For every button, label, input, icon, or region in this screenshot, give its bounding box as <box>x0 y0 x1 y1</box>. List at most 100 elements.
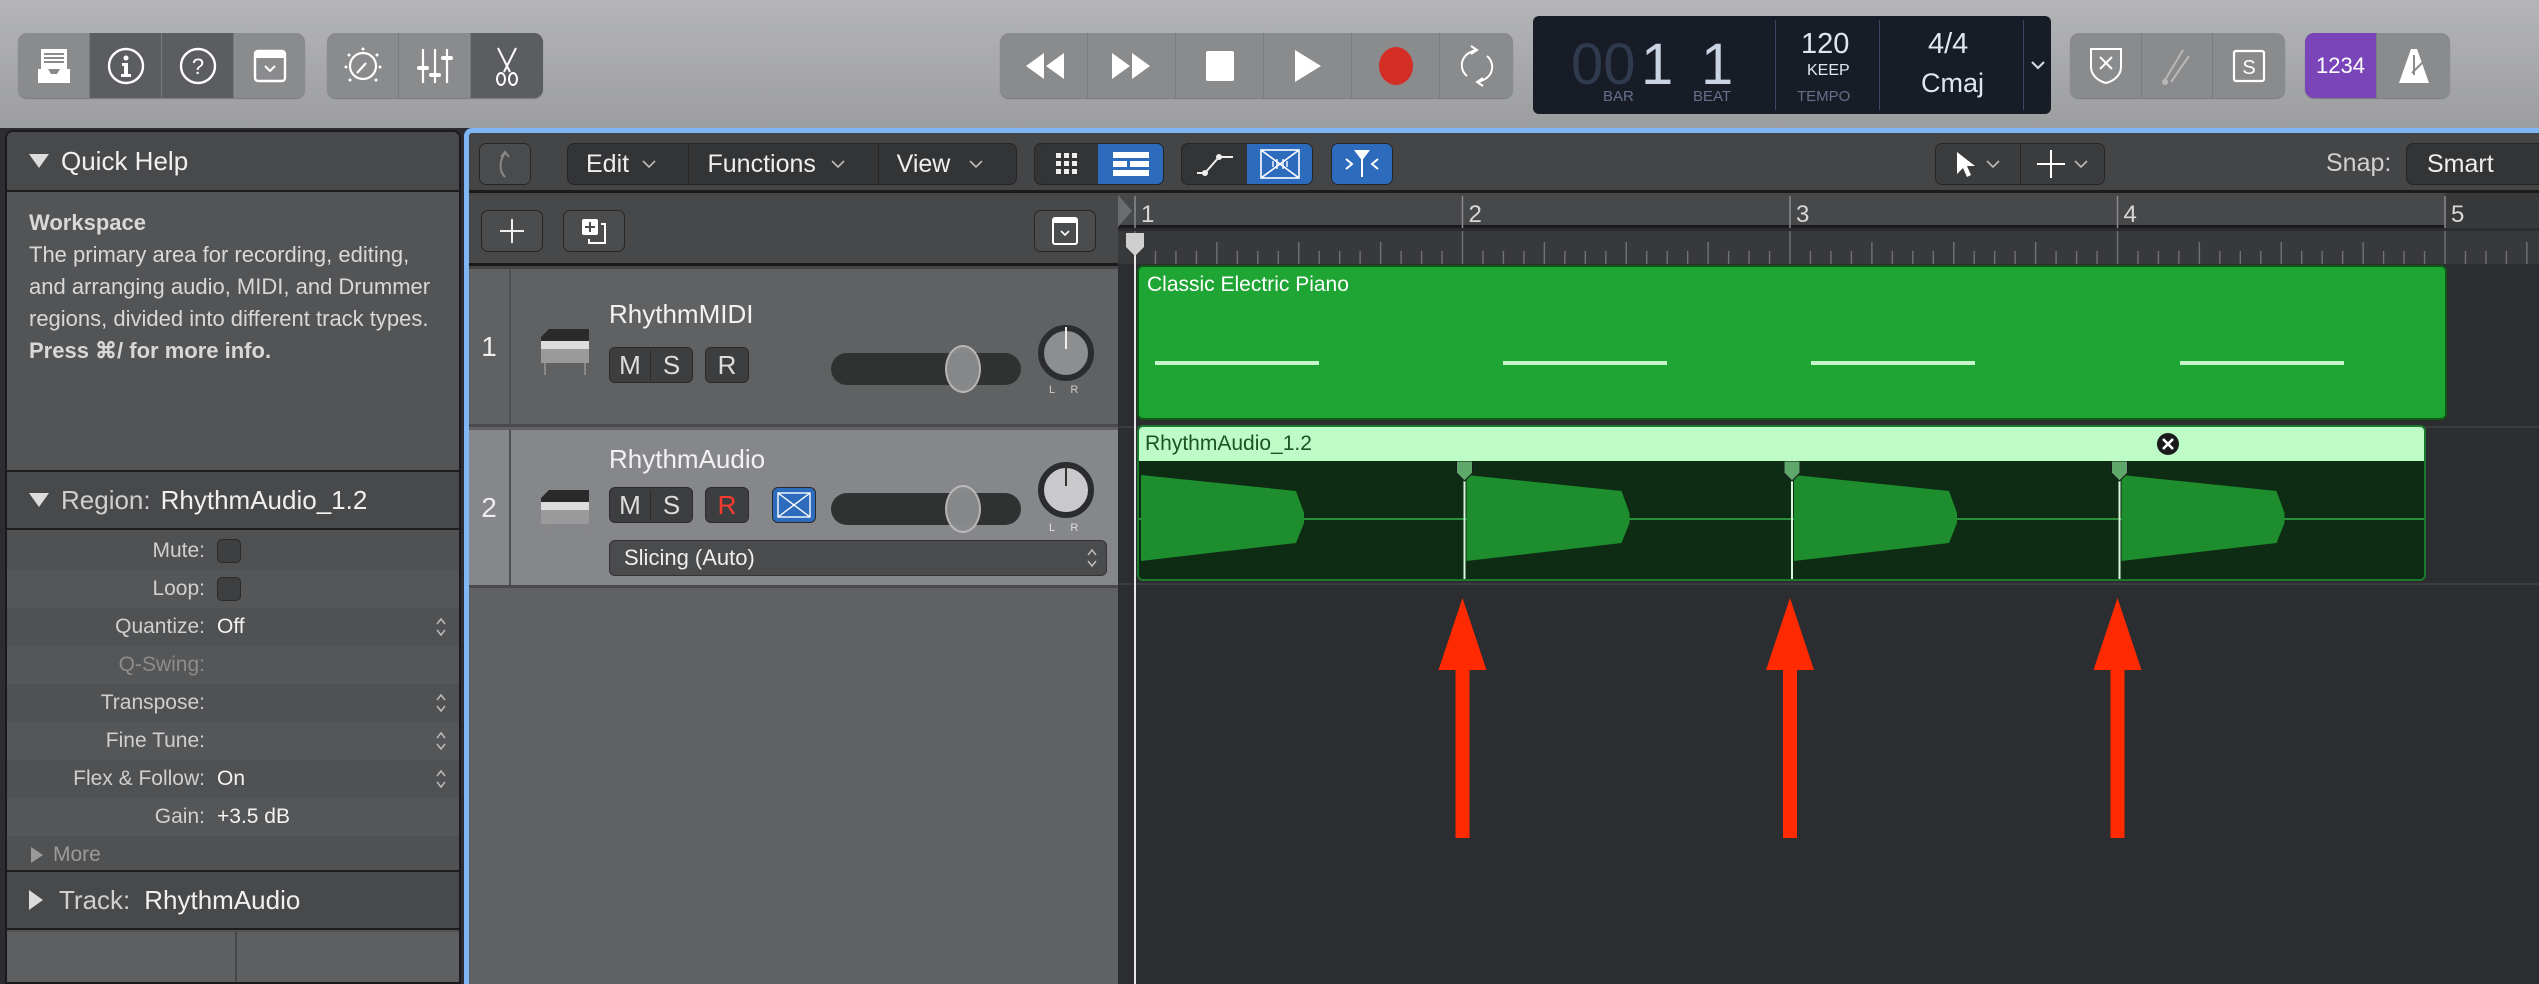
edit-menu[interactable]: Edit <box>568 144 690 184</box>
fast-forward-button[interactable] <box>1088 33 1176 98</box>
replace-button[interactable] <box>2070 33 2142 98</box>
editors-button[interactable] <box>471 33 543 98</box>
region-row-quantize[interactable]: Quantize: Off <box>7 608 459 646</box>
stepper-icon <box>436 693 446 713</box>
global-tracks-button[interactable] <box>1034 210 1096 252</box>
track-header-2[interactable]: 2 RhythmAudio M S R L R Slicing (Auto) <box>469 430 1120 588</box>
region-row-fine-tune[interactable]: Fine Tune: <box>7 722 459 760</box>
count-in-button[interactable]: 1234 <box>2305 33 2377 98</box>
catch-button[interactable] <box>479 143 531 185</box>
region-header[interactable]: Region: RhythmAudio_1.2 <box>7 470 459 530</box>
metronome-button[interactable] <box>2377 33 2450 98</box>
playhead-handle-icon[interactable] <box>1125 231 1145 257</box>
view-menu[interactable]: View <box>879 144 1016 184</box>
volume-fader-knob[interactable] <box>945 345 981 393</box>
grid-view-button[interactable] <box>1035 144 1098 184</box>
record-button[interactable] <box>1352 33 1440 98</box>
stepper-icon <box>1087 548 1097 568</box>
record-enable-button[interactable]: R <box>705 487 749 523</box>
play-button[interactable] <box>1264 33 1352 98</box>
local-menus: Edit Functions View <box>567 143 1017 185</box>
smart-controls-button[interactable] <box>327 33 399 98</box>
region-more-toggle[interactable]: More <box>7 836 459 874</box>
toolbar-button[interactable] <box>234 33 305 98</box>
disclosure-down-icon <box>29 493 49 507</box>
track-list: 1 RhythmMIDI M S R L R 2 RhythmAudio M S… <box>469 269 1120 984</box>
cmd-click-tool-menu[interactable] <box>2021 144 2104 184</box>
solo-button[interactable]: S <box>651 350 692 381</box>
stop-icon <box>1205 50 1234 81</box>
duplicate-track-button[interactable] <box>563 210 625 252</box>
stop-button[interactable] <box>1176 33 1264 98</box>
cycle-button[interactable] <box>1440 33 1513 98</box>
quick-help-button[interactable]: ? <box>162 33 234 98</box>
region-row-gain[interactable]: Gain: +3.5 dB <box>7 798 459 836</box>
region-row-transpose[interactable]: Transpose: <box>7 684 459 722</box>
plus-icon <box>500 219 524 243</box>
solo-button[interactable]: S <box>651 490 692 521</box>
lcd-display[interactable]: 00 1 1 BAR BEAT 120 KEEP TEMPO 4/4 Cmaj <box>1533 16 2051 114</box>
flex-icon <box>777 492 811 518</box>
inspector-icon <box>107 47 144 84</box>
mixer-icon <box>416 48 453 83</box>
track-header-1[interactable]: 1 RhythmMIDI M S R L R <box>469 269 1120 427</box>
volume-fader[interactable] <box>831 345 1021 393</box>
track-flex-button[interactable] <box>772 487 816 523</box>
gain-value: +3.5 dB <box>217 805 290 828</box>
record-enable-button[interactable]: R <box>705 347 749 383</box>
flex-mode-popup[interactable]: Slicing (Auto) <box>609 540 1107 576</box>
stepper-icon <box>436 769 446 789</box>
list-icon <box>1112 152 1149 176</box>
track-header-bar <box>469 196 1120 266</box>
flex-button[interactable] <box>1247 144 1312 184</box>
mode-buttons-group: S <box>2070 33 2285 98</box>
annotation-arrows <box>1438 598 2142 838</box>
automation-button[interactable] <box>1182 144 1247 184</box>
loop-checkbox[interactable] <box>217 577 241 601</box>
functions-menu[interactable]: Functions <box>689 144 879 184</box>
toolbar-icon <box>253 49 286 82</box>
volume-fader-knob[interactable] <box>945 485 981 533</box>
disclosure-right-icon <box>29 890 43 910</box>
mixer-button[interactable] <box>399 33 471 98</box>
track-header[interactable]: Track: RhythmAudio <box>7 870 459 930</box>
lcd-tempo-label: TEMPO <box>1797 88 1851 105</box>
record-icon <box>1378 46 1413 85</box>
library-button[interactable] <box>18 33 90 98</box>
add-track-button[interactable] <box>481 210 543 252</box>
track-number: 1 <box>469 269 511 424</box>
lcd-beat: 1 <box>1701 32 1734 97</box>
arrange-area[interactable]: 12345 Classic Electric Piano RhythmAudio… <box>1118 193 2539 984</box>
volume-fader[interactable] <box>831 485 1021 533</box>
tuner-button[interactable] <box>2142 33 2213 98</box>
left-click-tool-menu[interactable] <box>1936 144 2021 184</box>
pan-knob[interactable] <box>1038 325 1094 381</box>
transport-group <box>1000 33 1513 98</box>
region-row-flex-follow[interactable]: Flex & Follow: On <box>7 760 459 798</box>
stepper-icon <box>436 731 446 751</box>
quick-help-hint: Press ⌘/ for more info. <box>29 338 272 363</box>
disclosure-down-icon <box>29 154 49 168</box>
rewind-button[interactable] <box>1000 33 1088 98</box>
quick-help-header[interactable]: Quick Help <box>7 132 459 192</box>
lcd-menu-chevron-icon[interactable] <box>2030 60 2046 70</box>
solo-icon: S <box>2232 49 2266 82</box>
svg-text:?: ? <box>191 54 203 79</box>
annotation-arrow <box>1766 598 1814 838</box>
pan-knob[interactable] <box>1038 462 1094 518</box>
automation-flex-group <box>1181 143 1313 185</box>
catch-flex-button[interactable] <box>1331 143 1393 185</box>
mute-button[interactable]: M <box>610 349 651 381</box>
mute-checkbox[interactable] <box>217 539 241 563</box>
list-view-button[interactable] <box>1098 144 1163 184</box>
inspector-button[interactable] <box>90 33 162 98</box>
library-icon <box>37 48 70 83</box>
snap-menu[interactable]: Smart <box>2406 143 2539 185</box>
tool-menus <box>1935 143 2105 185</box>
quick-help-text: The primary area for recording, editing,… <box>29 242 431 331</box>
solo-button[interactable]: S <box>2213 33 2285 98</box>
grid-icon <box>1055 153 1077 174</box>
playhead[interactable] <box>1134 255 1136 984</box>
svg-text:S: S <box>2242 57 2255 79</box>
mute-button[interactable]: M <box>610 489 651 521</box>
